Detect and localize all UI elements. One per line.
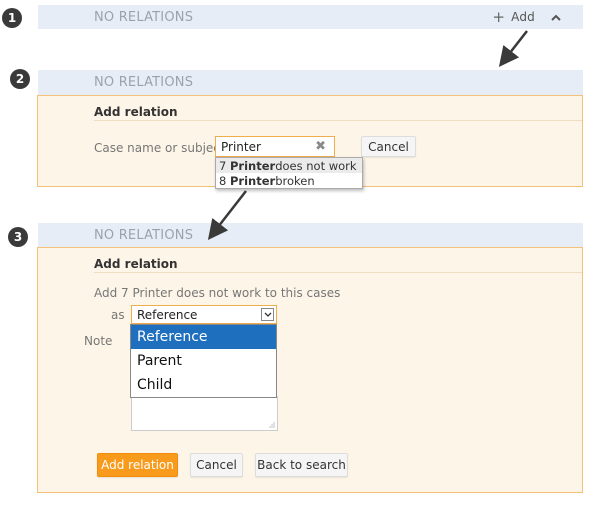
annotation-arrows — [207, 30, 528, 240]
arrow-step2-to-step3 — [207, 190, 247, 240]
arrow-step1-to-step2 — [498, 30, 528, 67]
